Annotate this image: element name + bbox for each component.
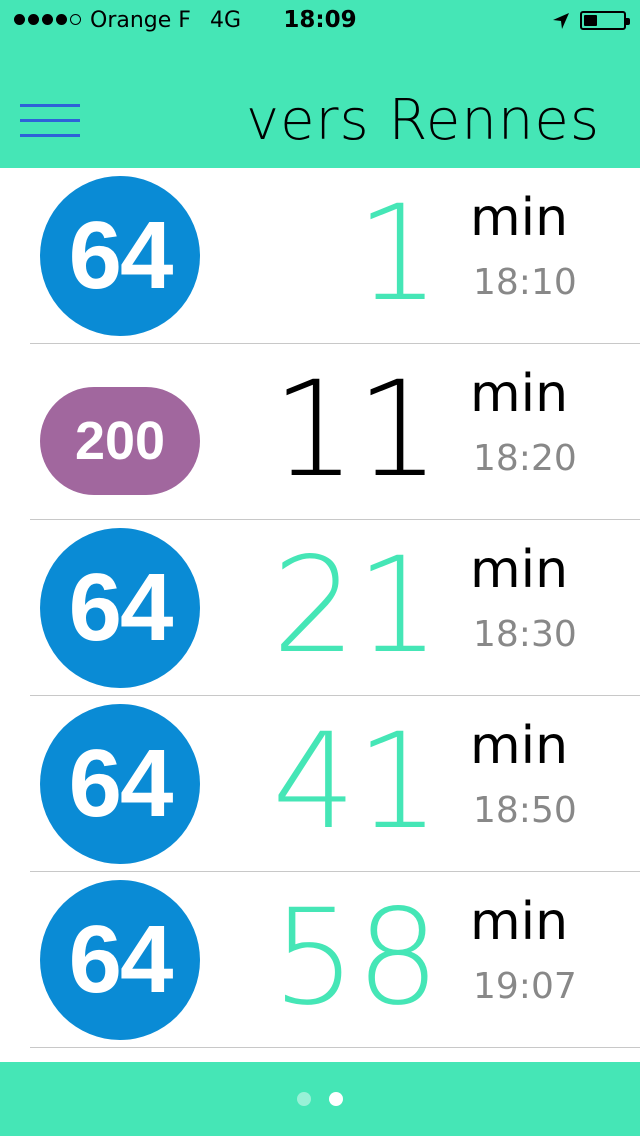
minutes-until: 1 bbox=[356, 177, 440, 331]
hamburger-menu-icon bbox=[20, 104, 80, 107]
page-dot-2[interactable] bbox=[329, 1092, 343, 1106]
departure-time: 18:30 bbox=[473, 614, 577, 655]
footer-bar bbox=[0, 1062, 640, 1136]
minutes-until: 21 bbox=[272, 529, 440, 683]
status-time: 18:09 bbox=[283, 7, 357, 33]
line-badge: 200 bbox=[40, 387, 200, 495]
departure-time: 19:07 bbox=[473, 966, 577, 1007]
status-bar: Orange F 4G 18:09 bbox=[0, 0, 640, 40]
page-title: vers Rennes bbox=[245, 88, 600, 153]
battery-icon bbox=[580, 11, 630, 30]
minutes-unit: min bbox=[470, 188, 569, 248]
departures-list: 64 1 min 18:10 200 11 min 18:20 64 21 mi… bbox=[0, 168, 640, 1062]
minutes-until: 11 bbox=[272, 353, 440, 507]
departure-time: 18:50 bbox=[473, 790, 577, 831]
minutes-until: 41 bbox=[272, 705, 440, 859]
line-badge: 64 bbox=[40, 176, 200, 336]
line-badge: 64 bbox=[40, 880, 200, 1040]
header-bar: Orange F 4G 18:09 vers Rennes bbox=[0, 0, 640, 168]
minutes-unit: min bbox=[470, 364, 569, 424]
minutes-unit: min bbox=[470, 540, 569, 600]
minutes-unit: min bbox=[470, 716, 569, 776]
page-dot-1[interactable] bbox=[297, 1092, 311, 1106]
line-badge: 64 bbox=[40, 704, 200, 864]
menu-button[interactable] bbox=[20, 104, 80, 138]
departure-row[interactable]: 64 58 min 19:07 bbox=[0, 872, 640, 1048]
departure-row[interactable]: 200 11 min 18:20 bbox=[0, 344, 640, 520]
minutes-unit: min bbox=[470, 892, 569, 952]
page-indicator[interactable] bbox=[0, 1092, 640, 1106]
line-badge: 64 bbox=[40, 528, 200, 688]
location-arrow-icon bbox=[553, 13, 569, 29]
departure-time: 18:20 bbox=[473, 438, 577, 479]
departure-row[interactable]: 64 21 min 18:30 bbox=[0, 520, 640, 696]
departure-time: 18:10 bbox=[473, 262, 577, 303]
minutes-until: 58 bbox=[272, 881, 440, 1035]
departure-row[interactable]: 64 41 min 18:50 bbox=[0, 696, 640, 872]
departure-row[interactable]: 64 1 min 18:10 bbox=[0, 168, 640, 344]
row-divider bbox=[30, 1047, 640, 1048]
